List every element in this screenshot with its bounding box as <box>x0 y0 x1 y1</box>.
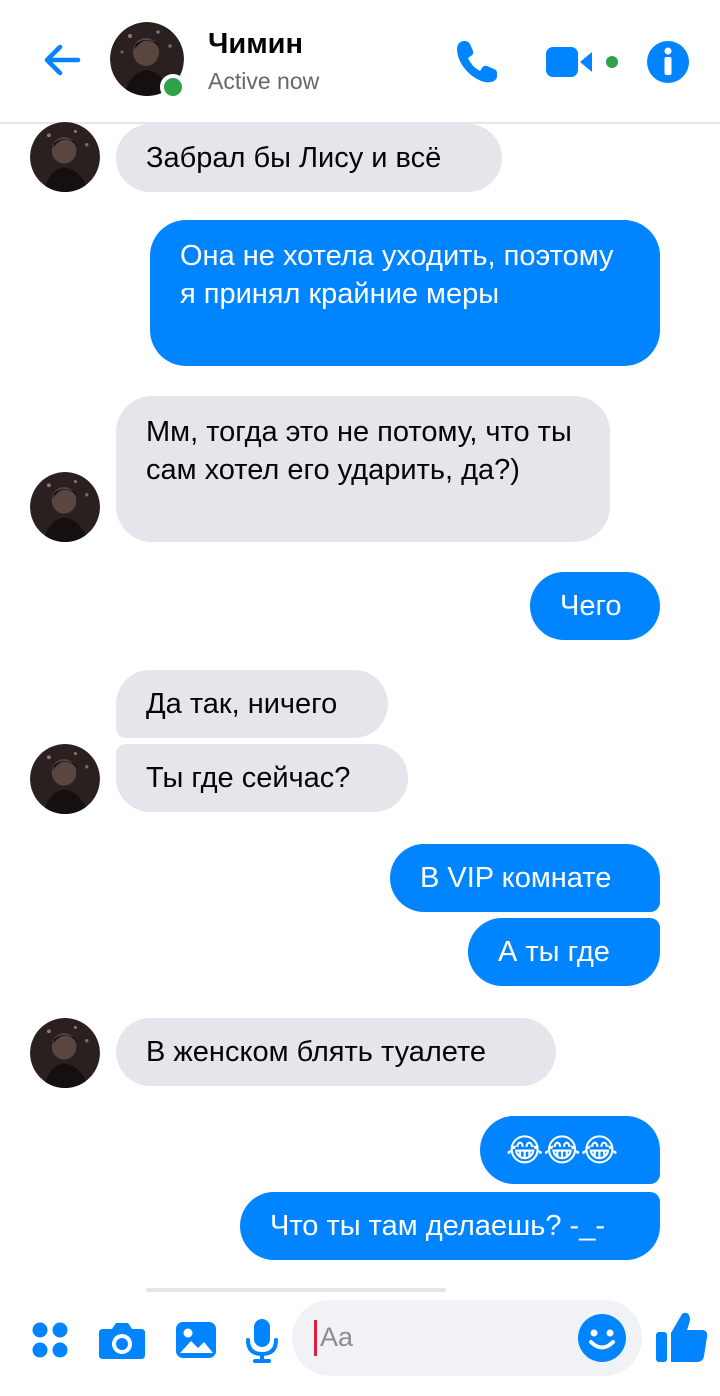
info-icon <box>647 41 689 83</box>
conversation-header: Чимин Active now <box>0 0 720 124</box>
incoming-message[interactable]: Да так, ничего <box>116 670 388 738</box>
message-text: 😂😂😂 <box>506 1132 619 1168</box>
text-cursor <box>314 1320 317 1356</box>
sender-avatar[interactable] <box>30 1018 100 1088</box>
message-input-placeholder: Aa <box>320 1322 354 1352</box>
active-status-text: Active now <box>208 68 320 94</box>
message-text: В женском блять туалете <box>146 1036 487 1068</box>
camera-icon <box>99 1323 145 1359</box>
apps-icon <box>32 1322 68 1358</box>
voice-message-button[interactable] <box>234 1312 290 1368</box>
message-text: Да так, ничего <box>146 688 338 720</box>
outgoing-message[interactable]: 😂😂😂 <box>480 1116 660 1184</box>
outgoing-message[interactable]: Чего <box>530 572 660 640</box>
message-text: В VIP комнате <box>420 862 612 894</box>
message-text: Чего <box>560 590 622 622</box>
scroll-indicator <box>146 1288 446 1292</box>
sender-avatar[interactable] <box>30 122 100 192</box>
message-text: Мм, тогда это не потому, что ты сам хоте… <box>146 416 572 486</box>
emoji-icon <box>578 1314 626 1362</box>
gallery-icon <box>176 1322 216 1358</box>
message-text: Забрал бы Лису и всё <box>146 142 442 174</box>
video-camera-icon <box>546 47 618 77</box>
back-arrow-icon <box>44 44 81 76</box>
emoji-button[interactable] <box>574 1310 630 1366</box>
video-call-button[interactable] <box>542 34 626 90</box>
microphone-icon <box>246 1319 278 1363</box>
message-text: Что ты там делаешь? -_- <box>270 1210 606 1242</box>
info-button[interactable] <box>640 34 696 90</box>
camera-button[interactable] <box>94 1312 150 1368</box>
sender-avatar[interactable] <box>30 472 100 542</box>
outgoing-message[interactable]: Что ты там делаешь? -_- <box>240 1192 660 1260</box>
sender-avatar[interactable] <box>30 744 100 814</box>
outgoing-message[interactable]: А ты где <box>468 918 660 986</box>
back-button[interactable] <box>36 34 88 86</box>
incoming-message[interactable]: В женском блять туалете <box>116 1018 556 1086</box>
message-text: Она не хотела уходить, поэтому я принял … <box>180 240 614 310</box>
apps-button[interactable] <box>22 1312 78 1368</box>
outgoing-message[interactable]: В VIP комнате <box>390 844 660 912</box>
gallery-button[interactable] <box>168 1312 224 1368</box>
outgoing-message[interactable]: Она не хотела уходить, поэтому я принял … <box>150 220 660 366</box>
active-status-dot <box>160 74 186 100</box>
thumbs-up-icon <box>656 1312 708 1362</box>
incoming-message[interactable]: Мм, тогда это не потому, что ты сам хоте… <box>116 396 610 542</box>
phone-icon <box>457 41 497 83</box>
contact-name[interactable]: Чимин <box>208 28 303 61</box>
message-text: Ты где сейчас? <box>146 762 351 794</box>
like-button[interactable] <box>652 1308 712 1368</box>
incoming-message[interactable]: Забрал бы Лису и всё <box>116 124 502 192</box>
voice-call-button[interactable] <box>448 34 504 90</box>
incoming-message[interactable]: Ты где сейчас? <box>116 744 408 812</box>
message-text: А ты где <box>498 936 610 968</box>
